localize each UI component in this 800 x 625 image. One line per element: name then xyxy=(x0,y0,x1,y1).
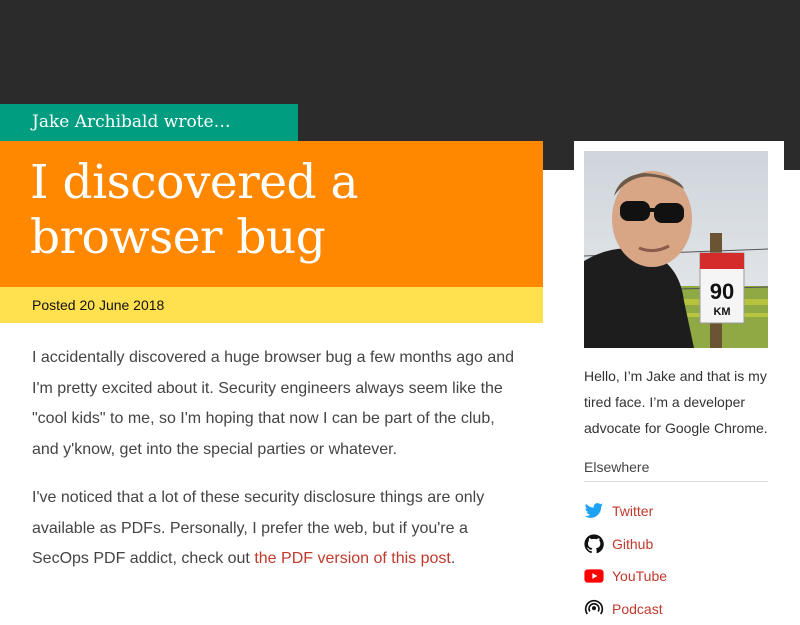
github-link[interactable]: Github xyxy=(612,536,653,552)
twitter-icon xyxy=(584,501,604,521)
sidebar: 90 KM Hello, I’m Jake and that is my tir… xyxy=(574,141,784,611)
author-photo-illustration: 90 KM xyxy=(584,151,768,348)
social-item-youtube: YouTube xyxy=(584,560,774,593)
article-body: I accidentally discovered a huge browser… xyxy=(32,343,522,593)
github-icon xyxy=(584,534,604,554)
social-item-podcast: Podcast xyxy=(584,593,774,625)
article-paragraph-2: I've noticed that a lot of these securit… xyxy=(32,483,522,575)
author-byline: Jake Archibald wrote… xyxy=(0,104,298,141)
posted-date: Posted 20 June 2018 xyxy=(0,287,543,323)
elsewhere-heading: Elsewhere xyxy=(584,459,768,482)
twitter-link[interactable]: Twitter xyxy=(612,503,653,519)
author-photo: 90 KM xyxy=(584,151,768,348)
podcast-link[interactable]: Podcast xyxy=(612,601,663,617)
author-bio: Hello, I’m Jake and that is my tired fac… xyxy=(584,363,774,441)
title-line-2: browser bug xyxy=(30,210,325,265)
podcast-icon xyxy=(584,599,604,619)
pdf-version-link[interactable]: the PDF version of this post xyxy=(254,550,451,567)
youtube-icon xyxy=(584,566,604,586)
youtube-link[interactable]: YouTube xyxy=(612,568,667,584)
article-paragraph-1: I accidentally discovered a huge browser… xyxy=(32,343,522,465)
social-item-github: Github xyxy=(584,528,774,561)
social-links: Twitter Github YouTube Podcast xyxy=(584,495,774,625)
title-banner: I discovered a browser bug xyxy=(0,141,543,287)
paragraph-2-end: . xyxy=(451,550,455,567)
page-title: I discovered a browser bug xyxy=(30,155,543,265)
sign-number: 90 xyxy=(710,279,734,304)
title-line-1: I discovered a xyxy=(30,155,358,210)
sign-unit: KM xyxy=(713,306,730,318)
social-item-twitter: Twitter xyxy=(584,495,774,528)
